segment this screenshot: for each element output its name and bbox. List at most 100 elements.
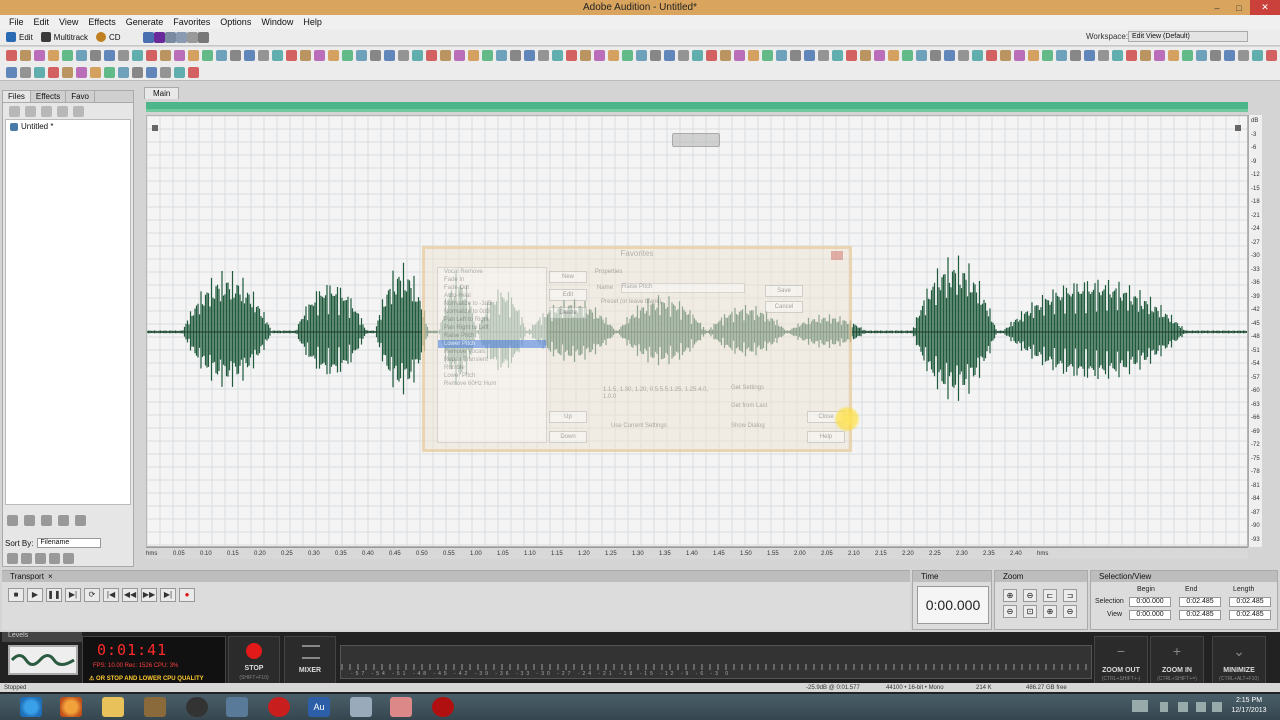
list-item[interactable]: Remove 60Hz Hum	[438, 380, 546, 388]
toolbar-tool-icon[interactable]	[1000, 50, 1011, 61]
toolbar-tool-icon[interactable]	[832, 50, 843, 61]
toolbar-tool-icon[interactable]	[370, 50, 381, 61]
dialog-close-icon[interactable]	[831, 251, 843, 260]
toolbar-tool-icon[interactable]	[6, 50, 17, 61]
toolbar-tool-icon[interactable]	[566, 50, 577, 61]
minimize-recorder-button[interactable]: ⌄ MINIMIZE (CTRL+ALT+F10)	[1212, 636, 1266, 686]
save-button[interactable]: Save	[765, 285, 803, 297]
menu-window[interactable]: Window	[256, 17, 298, 27]
toolbar-tool-icon[interactable]	[62, 66, 73, 78]
toolbar-tool-icon[interactable]	[160, 66, 171, 78]
toolbar-tool-icon[interactable]	[706, 50, 717, 61]
spectral-view-icon[interactable]	[153, 31, 165, 43]
zoom-out-horizontal-icon[interactable]: ⊖	[1003, 605, 1017, 618]
toolbar-tool-icon[interactable]	[804, 50, 815, 61]
toolbar-tool-icon[interactable]	[20, 50, 31, 61]
toolbar-tool-icon[interactable]	[76, 50, 87, 61]
recorder-icon[interactable]	[432, 697, 454, 717]
toolbar-tool-icon[interactable]	[496, 50, 507, 61]
view-option-icon[interactable]	[49, 553, 60, 564]
list-item[interactable]: Remove Vocals	[438, 348, 546, 356]
toolbar-tool-icon[interactable]	[860, 50, 871, 61]
tray-icon[interactable]	[1160, 702, 1168, 712]
view-begin-field[interactable]: 0:00.000	[1129, 610, 1171, 620]
toolbar-tool-icon[interactable]	[104, 66, 115, 78]
loop-button[interactable]: ⟳	[84, 588, 100, 602]
toolbar-tool-icon[interactable]	[468, 50, 479, 61]
toolbar-tool-icon[interactable]	[202, 50, 213, 61]
down-button[interactable]: Down	[549, 431, 587, 443]
toolbar-tool-icon[interactable]	[930, 50, 941, 61]
menu-effects[interactable]: Effects	[83, 17, 120, 27]
toolbar-tool-icon[interactable]	[1014, 50, 1025, 61]
up-button[interactable]: Up	[549, 411, 587, 423]
toolbar-tool-icon[interactable]	[230, 50, 241, 61]
toolbar-tool-icon[interactable]	[1084, 50, 1095, 61]
toolbar-tool-icon[interactable]	[1098, 50, 1109, 61]
toolbar-tool-icon[interactable]	[720, 50, 731, 61]
toolbar-tool-icon[interactable]	[1168, 50, 1179, 61]
menu-favorites[interactable]: Favorites	[168, 17, 215, 27]
toolbar-tool-icon[interactable]	[538, 50, 549, 61]
zoom-in-vertical-icon[interactable]: ⊕	[1043, 605, 1057, 618]
toolbar-tool-icon[interactable]	[692, 50, 703, 61]
media-player-icon[interactable]	[186, 697, 208, 717]
view-option-icon[interactable]	[35, 553, 46, 564]
firefox-icon[interactable]	[60, 697, 82, 717]
spectral-phase-icon[interactable]	[175, 31, 187, 43]
toolbar-tool-icon[interactable]	[160, 50, 171, 61]
selection-begin-field[interactable]: 0:00.000	[1129, 597, 1171, 607]
stop-recording-button[interactable]: STOP (SHIFT+F10)	[228, 636, 280, 686]
toolbar-tool-icon[interactable]	[1224, 50, 1235, 61]
toolbar-tool-icon[interactable]	[216, 50, 227, 61]
keyboard-icon[interactable]	[1132, 700, 1148, 712]
toolbar-tool-icon[interactable]	[174, 66, 185, 78]
toolbar-tool-icon[interactable]	[1238, 50, 1249, 61]
toolbar-tool-icon[interactable]	[846, 50, 857, 61]
stop-button[interactable]: ■	[8, 588, 24, 602]
waveform-overview[interactable]	[146, 102, 1248, 112]
zoom-in-horizontal-icon[interactable]: ⊕	[1003, 589, 1017, 602]
show-dialog-option[interactable]: Show Dialog	[731, 423, 765, 429]
toolbar-tool-icon[interactable]	[1042, 50, 1053, 61]
view-option-icon[interactable]	[7, 553, 18, 564]
close-file-icon[interactable]	[25, 105, 36, 117]
toolbar-tool-icon[interactable]	[314, 50, 325, 61]
app-icon[interactable]	[350, 697, 372, 717]
multitrack-view-button[interactable]: Multitrack	[40, 32, 88, 42]
toolbar-tool-icon[interactable]	[398, 50, 409, 61]
toolbar-tool-icon[interactable]	[356, 50, 367, 61]
toolbar-tool-icon[interactable]	[118, 66, 129, 78]
floating-hud[interactable]	[672, 133, 720, 147]
toolbar-tool-icon[interactable]	[328, 50, 339, 61]
toolbar-tool-icon[interactable]	[776, 50, 787, 61]
volume-icon[interactable]	[75, 515, 86, 526]
toolbar-tool-icon[interactable]	[1112, 50, 1123, 61]
list-item[interactable]: Normalize to -3dB	[438, 300, 546, 308]
minimize-window-button[interactable]: –	[1206, 0, 1228, 15]
toolbar-tool-icon[interactable]	[1182, 50, 1193, 61]
toolbar-tool-icon[interactable]	[902, 50, 913, 61]
close-icon[interactable]: ×	[48, 572, 53, 581]
toolbar-tool-icon[interactable]	[790, 50, 801, 61]
audition-icon[interactable]: Au	[308, 697, 330, 717]
toolbar-tool-icon[interactable]	[748, 50, 759, 61]
edit-view-button[interactable]: Edit	[6, 32, 33, 42]
app-icon[interactable]	[390, 697, 412, 717]
zoom-out-full-icon[interactable]: ⊖	[1023, 589, 1037, 602]
list-item[interactable]: Untitled *	[6, 120, 130, 133]
mixer-button[interactable]: MIXER	[284, 636, 336, 686]
waveform-view-icon[interactable]	[142, 31, 154, 43]
toolbar-tool-icon[interactable]	[132, 66, 143, 78]
toolbar-tool-icon[interactable]	[300, 50, 311, 61]
pause-button[interactable]: ❚❚	[46, 588, 62, 602]
name-field[interactable]: Raise Pitch	[621, 283, 745, 293]
zoom-selection-icon[interactable]: ⊡	[1023, 605, 1037, 618]
view-option-icon[interactable]	[63, 553, 74, 564]
toolbar-tool-icon[interactable]	[20, 66, 31, 78]
toolbar-tool-icon[interactable]	[1056, 50, 1067, 61]
speaker-icon[interactable]	[1212, 702, 1222, 712]
scrub-tool-icon[interactable]	[197, 31, 209, 43]
menu-view[interactable]: View	[54, 17, 83, 27]
tab-favorites[interactable]: Favo	[66, 91, 95, 102]
